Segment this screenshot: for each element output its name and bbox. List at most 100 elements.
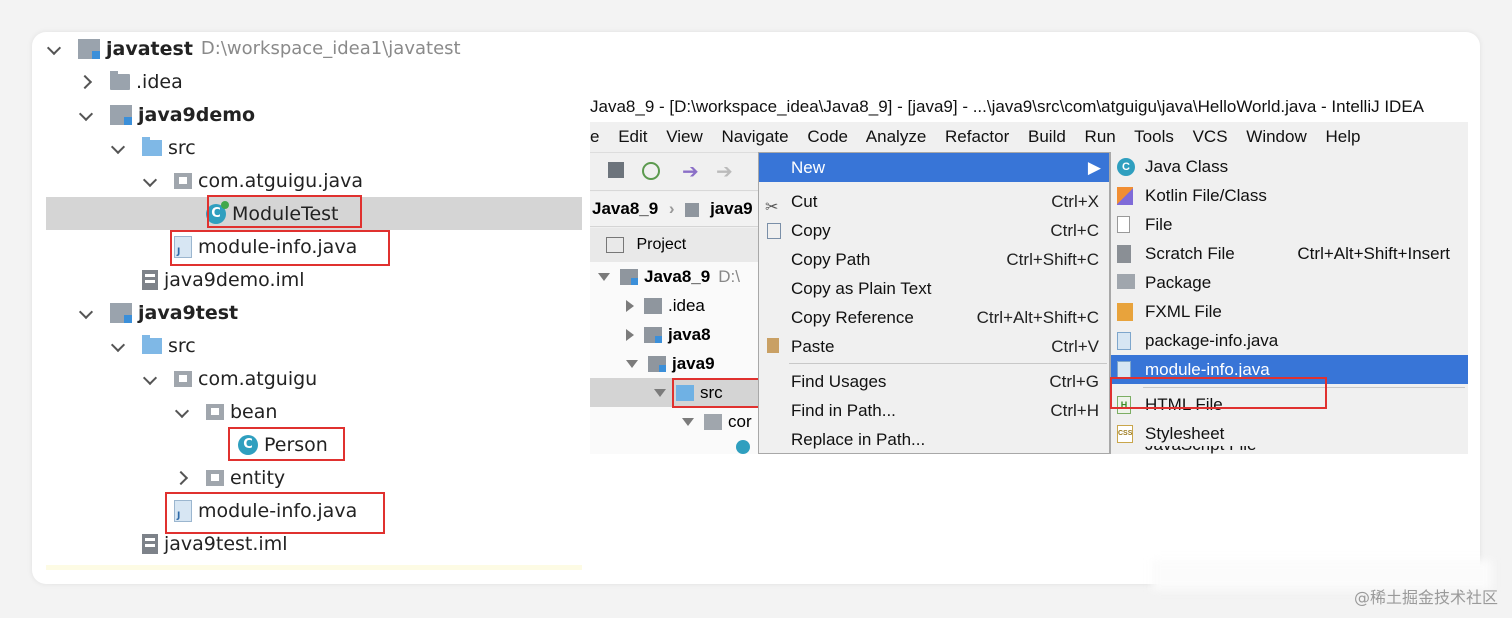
menu-item-copy-path[interactable]: Copy Path Ctrl+Shift+C: [759, 245, 1109, 274]
menu-item-cut[interactable]: ✂ Cut Ctrl+X: [759, 187, 1109, 216]
menu-vcs[interactable]: VCS: [1193, 127, 1228, 146]
tree-row-label: java9test.iml: [164, 532, 288, 555]
tree-row-package[interactable]: com.atguigu.java: [46, 164, 582, 197]
tree-row-idea[interactable]: .idea: [46, 65, 582, 98]
breadcrumb-item[interactable]: Java8_9: [592, 199, 658, 218]
highlight-box: [1110, 377, 1327, 409]
chevron-down-icon[interactable]: [78, 106, 96, 124]
tab-project[interactable]: Project: [590, 228, 760, 263]
tree-row-src[interactable]: src: [46, 329, 582, 362]
highlight-box: [207, 195, 362, 228]
tree-row-entity[interactable]: entity: [46, 461, 582, 494]
shortcut-label: Ctrl+G: [1049, 372, 1099, 391]
chevron-down-icon[interactable]: [174, 403, 192, 421]
tree-row-src[interactable]: src: [46, 131, 582, 164]
submenu-item-fxml[interactable]: FXML File: [1111, 297, 1468, 326]
tree-row-java9demo[interactable]: java9demo: [46, 98, 582, 131]
submenu-item-file[interactable]: File: [1111, 210, 1468, 239]
chevron-right-icon[interactable]: [78, 73, 96, 91]
menu-item-paste[interactable]: Paste Ctrl+V: [759, 332, 1109, 361]
menu-analyze[interactable]: Analyze: [866, 127, 926, 146]
breadcrumb-item[interactable]: java9: [710, 199, 753, 218]
tree-row-label: java9: [672, 354, 715, 373]
screenshot-card: javatest D:\workspace_idea1\javatest .id…: [32, 32, 1492, 590]
ide-window: Java8_9 - [D:\workspace_idea\Java8_9] - …: [590, 92, 1468, 454]
menu-item-copy-reference[interactable]: Copy Reference Ctrl+Alt+Shift+C: [759, 303, 1109, 332]
menu-item-label: New: [791, 158, 826, 177]
highlight-box: [672, 378, 764, 408]
shortcut-label: Ctrl+C: [1050, 221, 1099, 240]
submenu-item-package-info[interactable]: package-info.java: [1111, 326, 1468, 355]
module-icon: [648, 355, 666, 372]
menu-view[interactable]: View: [666, 127, 703, 146]
chevron-down-icon[interactable]: [142, 370, 160, 388]
caret-right-icon[interactable]: [626, 299, 634, 312]
menu-build[interactable]: Build: [1028, 127, 1066, 146]
menu-item-copy[interactable]: Copy Ctrl+C: [759, 216, 1109, 245]
submenu-item-scratch-file[interactable]: Scratch File Ctrl+Alt+Shift+Insert: [1111, 239, 1468, 268]
menu-refactor[interactable]: Refactor: [945, 127, 1009, 146]
highlight-box: [228, 427, 345, 461]
menu-tools[interactable]: Tools: [1134, 127, 1174, 146]
scissors-icon: ✂: [765, 199, 779, 216]
submenu-item-package[interactable]: Package: [1111, 268, 1468, 297]
window-title: Java8_9 - [D:\workspace_idea\Java8_9] - …: [590, 92, 1468, 122]
module-icon: [685, 202, 700, 217]
caret-down-icon[interactable]: [654, 388, 666, 397]
caret-down-icon[interactable]: [598, 272, 610, 281]
menu-window[interactable]: Window: [1246, 127, 1306, 146]
caret-down-icon[interactable]: [682, 417, 694, 426]
caret-right-icon[interactable]: [626, 328, 634, 341]
folder-icon: [644, 297, 662, 314]
menu-item-new[interactable]: New ▶: [759, 153, 1109, 182]
chevron-down-icon[interactable]: [110, 337, 128, 355]
sync-icon[interactable]: [642, 162, 660, 180]
menu-item-copy-plain-text[interactable]: Copy as Plain Text: [759, 274, 1109, 303]
project-tree-panel: javatest D:\workspace_idea1\javatest .id…: [32, 32, 584, 584]
tree-row-iml[interactable]: java9demo.iml: [46, 263, 582, 296]
chevron-down-icon[interactable]: [110, 139, 128, 157]
java-file-icon: [1117, 332, 1131, 350]
menu-item-find-in-path[interactable]: Find in Path... Ctrl+H: [759, 396, 1109, 425]
menu-code[interactable]: Code: [807, 127, 848, 146]
tree-row-bean[interactable]: bean: [46, 395, 582, 428]
tree-row-java9test[interactable]: java9test: [46, 296, 582, 329]
tree-row-label: bean: [230, 400, 278, 423]
menu-help[interactable]: Help: [1325, 127, 1360, 146]
package-icon: [174, 172, 192, 189]
tree-row-package[interactable]: com.atguigu: [46, 362, 582, 395]
menu-item-label: JavaScript File: [1145, 446, 1256, 454]
save-icon[interactable]: [608, 162, 624, 178]
chevron-down-icon[interactable]: [142, 172, 160, 190]
chevron-right-icon[interactable]: [174, 469, 192, 487]
caret-down-icon[interactable]: [626, 359, 638, 368]
menu-item-label: Stylesheet: [1145, 424, 1225, 443]
tree-row-label: Java8_9: [644, 267, 711, 286]
menu-item-replace-in-path[interactable]: Replace in Path...: [759, 425, 1109, 454]
shortcut-label: Ctrl+H: [1050, 401, 1099, 420]
submenu-item-kotlin[interactable]: Kotlin File/Class: [1111, 181, 1468, 210]
menu-item-label: Copy as Plain Text: [791, 279, 932, 298]
chevron-down-icon[interactable]: [46, 40, 64, 58]
menu-file[interactable]: e: [590, 127, 599, 146]
tree-row-javatest[interactable]: javatest D:\workspace_idea1\javatest: [46, 32, 582, 65]
menu-edit[interactable]: Edit: [618, 127, 647, 146]
scratch-file-icon: [1117, 245, 1131, 263]
tree-row-path: D:\: [718, 267, 740, 286]
highlight-box: [170, 230, 390, 266]
submenu-item-stylesheet[interactable]: CSS Stylesheet: [1111, 419, 1468, 448]
menu-navigate[interactable]: Navigate: [722, 127, 789, 146]
menu-item-label: Kotlin File/Class: [1145, 186, 1267, 205]
menu-item-find-usages[interactable]: Find Usages Ctrl+G: [759, 367, 1109, 396]
menu-item-label: Copy: [791, 221, 831, 240]
shortcut-label: Ctrl+V: [1051, 337, 1099, 356]
menu-item-label: File: [1145, 215, 1173, 234]
submenu-item-javascript[interactable]: JavaScript File: [1111, 446, 1468, 454]
divider: [46, 565, 582, 570]
chevron-down-icon[interactable]: [78, 304, 96, 322]
submenu-item-java-class[interactable]: C Java Class: [1111, 152, 1468, 181]
forward-arrow-icon[interactable]: ➔: [716, 162, 736, 182]
back-arrow-icon[interactable]: ➔: [682, 162, 702, 182]
menu-run[interactable]: Run: [1085, 127, 1116, 146]
ide-tree-row-java8-9[interactable]: Java8_9 D:\: [590, 262, 768, 291]
